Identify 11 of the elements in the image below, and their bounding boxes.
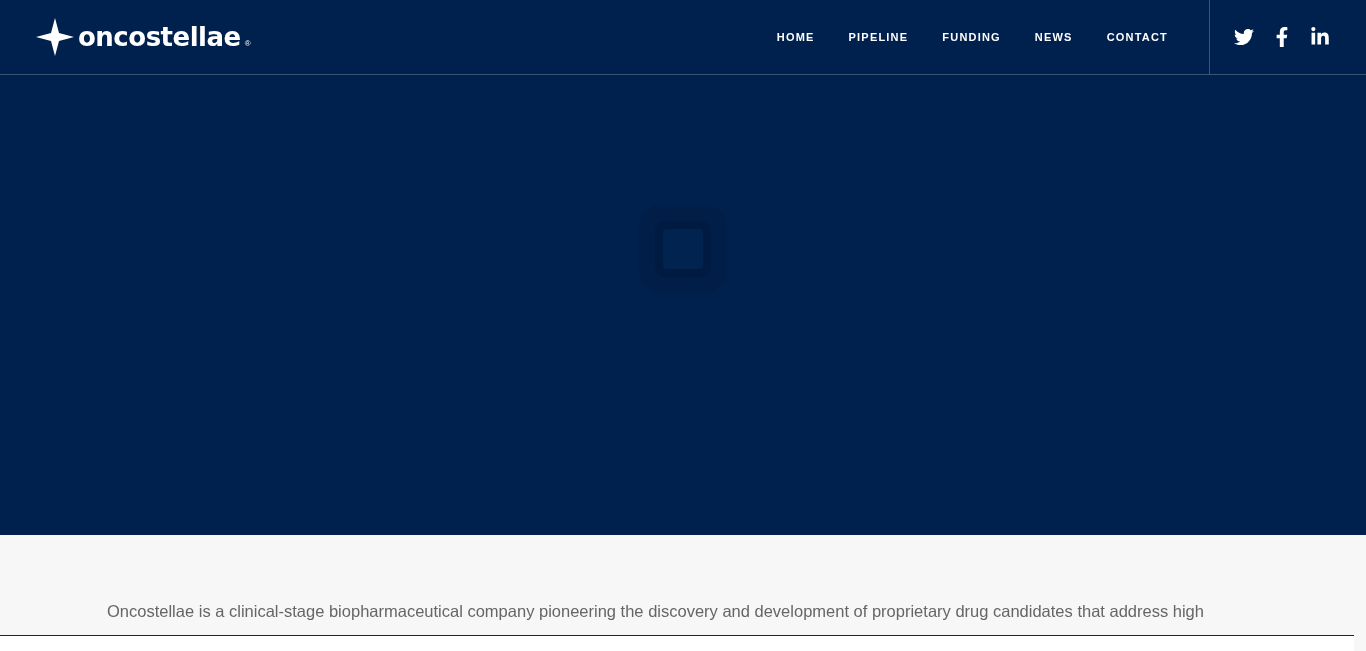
registered-mark: ® — [244, 39, 251, 48]
linkedin-icon[interactable] — [1310, 27, 1330, 47]
logo-text[interactable]: oncostellae — [78, 22, 241, 52]
nav-link[interactable]: NEWS — [1017, 31, 1090, 43]
nav-link[interactable]: FUNDING — [925, 31, 1018, 43]
star-logo-icon — [36, 18, 74, 56]
nav-link[interactable]: PIPELINE — [831, 31, 926, 43]
nav-link[interactable]: HOME — [759, 31, 832, 43]
nav-link[interactable]: CONTACT — [1089, 31, 1185, 43]
twitter-icon[interactable] — [1234, 27, 1254, 47]
intro-paragraph: Oncostellae is a clinical-stage biopharmaceutical company pioneering the discovery and development of proprietary drug candidates that address high — [107, 601, 1204, 622]
